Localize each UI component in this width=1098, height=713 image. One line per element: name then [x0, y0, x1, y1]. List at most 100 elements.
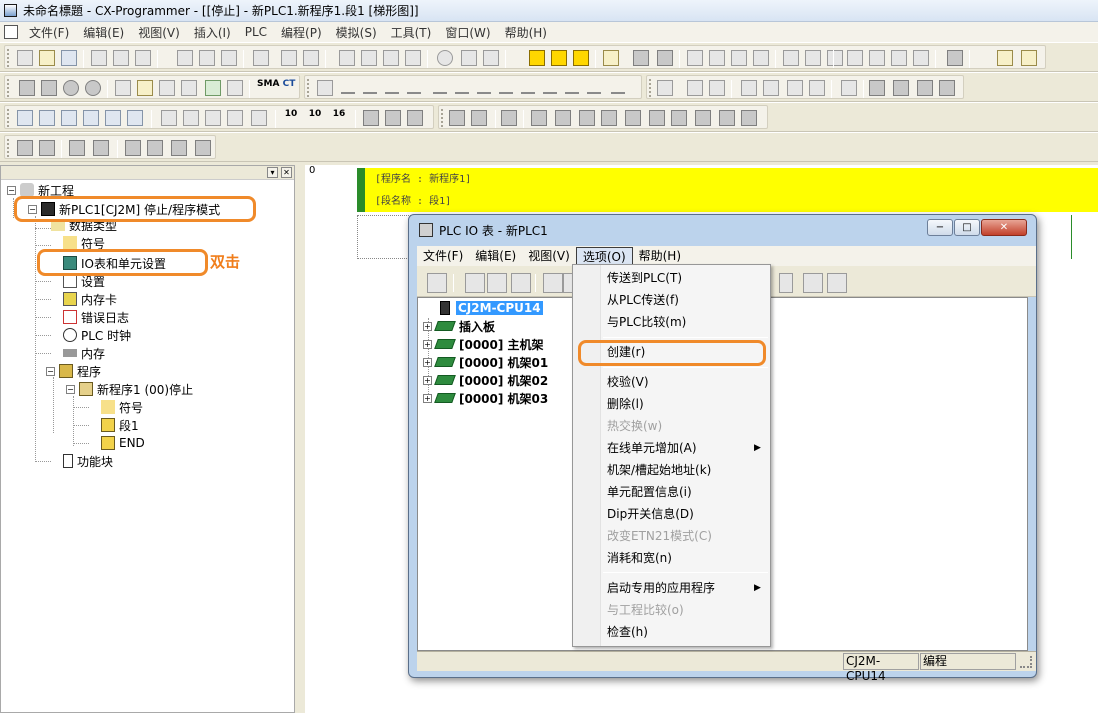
- copy-icon[interactable]: [199, 50, 215, 66]
- toolbar-grip[interactable]: [307, 79, 310, 97]
- list-icon[interactable]: [159, 80, 175, 96]
- download-icon[interactable]: [753, 50, 769, 66]
- watch-window-icon[interactable]: [61, 110, 77, 126]
- contact-nc-icon[interactable]: [363, 84, 377, 94]
- comment-line-icon[interactable]: [69, 140, 85, 156]
- info-icon[interactable]: [437, 50, 453, 66]
- menu-insert[interactable]: 插入(I): [187, 24, 238, 41]
- mnemonic-view-icon[interactable]: [183, 110, 199, 126]
- tree-item-memcard[interactable]: 内存卡: [63, 290, 117, 308]
- io-tree-main-rack[interactable]: + [0000] 主机架: [423, 335, 544, 353]
- sim-run-icon[interactable]: [579, 110, 595, 126]
- print-icon[interactable]: [113, 50, 129, 66]
- io-print-icon[interactable]: [465, 273, 485, 293]
- split-window-icon[interactable]: [869, 50, 885, 66]
- plc-cpu-icon[interactable]: [427, 273, 447, 293]
- sim-continuous-icon[interactable]: [719, 110, 735, 126]
- indent-icon[interactable]: [17, 140, 33, 156]
- force-off-icon[interactable]: [893, 80, 909, 96]
- io-compare-icon[interactable]: [827, 273, 847, 293]
- pane-dropdown-icon[interactable]: ▾: [267, 167, 278, 178]
- bookmark-prev-icon[interactable]: [171, 140, 187, 156]
- online-warning-icon[interactable]: [551, 50, 567, 66]
- menu-item-compare-with-plc[interactable]: 与PLC比较(m): [607, 311, 686, 333]
- expand-icon[interactable]: +: [423, 375, 432, 385]
- sim-stop-icon[interactable]: [601, 110, 617, 126]
- key-icon[interactable]: [783, 50, 799, 66]
- menu-window[interactable]: 窗口(W): [438, 24, 497, 41]
- tree-item-errorlog[interactable]: 错误日志: [63, 308, 129, 326]
- st-view-icon[interactable]: [205, 110, 221, 126]
- table-icon[interactable]: [841, 80, 857, 96]
- force-on-icon[interactable]: [869, 80, 885, 96]
- menu-tools[interactable]: 工具(T): [384, 24, 439, 41]
- io-pin-icon[interactable]: [511, 273, 531, 293]
- select-pointer-icon[interactable]: [317, 80, 333, 96]
- sim-step-in-icon[interactable]: [671, 110, 687, 126]
- print-preview-icon[interactable]: [91, 50, 107, 66]
- ladder-view-icon[interactable]: [161, 110, 177, 126]
- menu-item-unit-config-info[interactable]: 单元配置信息(i): [607, 481, 692, 503]
- coil-icon[interactable]: [477, 84, 491, 94]
- zoom-tool-icon[interactable]: [19, 80, 35, 96]
- save-icon[interactable]: [61, 50, 77, 66]
- cross-reference-icon[interactable]: [383, 50, 399, 66]
- io-menu-options[interactable]: 选项(O): [575, 247, 633, 265]
- find-icon[interactable]: [339, 50, 355, 66]
- display-hex-button[interactable]: 16: [331, 110, 347, 126]
- menu-item-check[interactable]: 检查(h): [607, 621, 648, 643]
- menu-item-transfer-to-plc[interactable]: 传送到PLC(T): [607, 267, 682, 289]
- sim-step-icon[interactable]: [649, 110, 665, 126]
- toolbar-grip[interactable]: [649, 79, 652, 97]
- stack-icon[interactable]: [687, 80, 703, 96]
- redo-icon[interactable]: [303, 50, 319, 66]
- local-symbol-icon[interactable]: [251, 110, 267, 126]
- io-check-icon[interactable]: [779, 273, 793, 293]
- undo-icon[interactable]: [281, 50, 297, 66]
- tree-item-program1[interactable]: − 新程序1 (00)停止: [66, 380, 193, 398]
- context-help-icon[interactable]: [483, 50, 499, 66]
- end-branch-icon[interactable]: [587, 84, 601, 94]
- collapse-icon[interactable]: −: [7, 185, 16, 195]
- menu-item-dip-switch-info[interactable]: Dip开关信息(D): [607, 503, 694, 525]
- collapse-icon[interactable]: −: [66, 384, 75, 394]
- expand-icon[interactable]: +: [423, 321, 432, 331]
- close-button[interactable]: ✕: [981, 219, 1027, 236]
- toolbar-grip[interactable]: [7, 49, 10, 67]
- instruction-icon[interactable]: [521, 84, 535, 94]
- program-icon[interactable]: [687, 50, 703, 66]
- bookmark-clear-icon[interactable]: [195, 140, 211, 156]
- memory-compare-icon[interactable]: [787, 80, 803, 96]
- rack-icon[interactable]: [891, 50, 907, 66]
- resize-grip-icon[interactable]: [1020, 656, 1032, 668]
- sim-setup-icon[interactable]: [501, 110, 517, 126]
- zoom-in-icon[interactable]: [63, 80, 79, 96]
- toolbar-grip[interactable]: [441, 109, 444, 127]
- sim-hand-icon[interactable]: [531, 110, 547, 126]
- sim-online-icon[interactable]: [449, 110, 465, 126]
- menu-item-start-special-app[interactable]: 启动专用的应用程序 ▶: [607, 577, 767, 599]
- monitor-icon[interactable]: [603, 50, 619, 66]
- project-workspace-icon[interactable]: [17, 110, 33, 126]
- menu-item-delete[interactable]: 删除(l): [607, 393, 644, 415]
- offline-icon[interactable]: [385, 110, 401, 126]
- io-cut-icon[interactable]: [543, 273, 563, 293]
- symbol-window-icon[interactable]: [127, 110, 143, 126]
- run-icon[interactable]: [633, 50, 649, 66]
- sim-step-out-icon[interactable]: [695, 110, 711, 126]
- io-tree-cpu[interactable]: CJ2M-CPU14: [440, 299, 543, 317]
- memory-clear-icon[interactable]: [809, 80, 825, 96]
- io-window-title-bar[interactable]: PLC IO 表 - 新PLC1 − □ ✕: [409, 215, 1036, 245]
- io-tree-rack01[interactable]: + [0000] 机架01: [423, 353, 548, 371]
- menu-plc[interactable]: PLC: [238, 25, 274, 39]
- menu-item-consumption-width[interactable]: 消耗和宽(n): [607, 547, 672, 569]
- zoom-out-icon[interactable]: [85, 80, 101, 96]
- compare-icon[interactable]: [731, 50, 747, 66]
- transfer-icon[interactable]: [709, 50, 725, 66]
- menu-item-rack-slot-address[interactable]: 机架/槽起始地址(k): [607, 459, 711, 481]
- properties-icon[interactable]: [227, 80, 243, 96]
- online-edit-icon[interactable]: [407, 110, 423, 126]
- bookmark-icon[interactable]: [125, 140, 141, 156]
- grid-icon[interactable]: [115, 80, 131, 96]
- tree-item-memory[interactable]: 内存: [63, 344, 105, 362]
